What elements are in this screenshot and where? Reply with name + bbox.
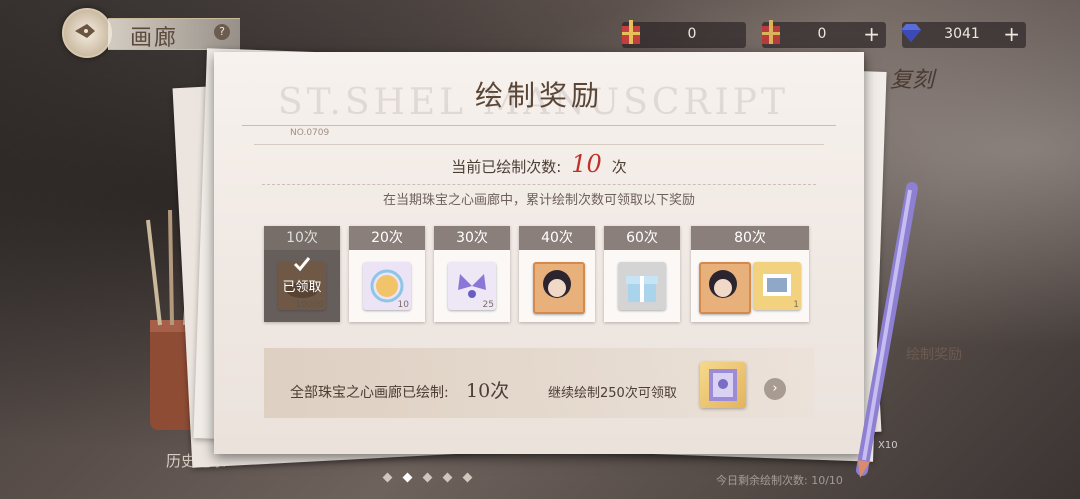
draw-count-unit: 次	[611, 158, 627, 176]
divider	[254, 144, 824, 145]
resource-gift-ticket-a: 0	[622, 20, 746, 48]
reward-card-20[interactable]: 20次 10	[349, 226, 425, 322]
butterfly-ornament-icon: 25	[448, 262, 496, 310]
item-count: 10	[397, 300, 409, 310]
reward-card-40[interactable]: 40次	[519, 226, 595, 322]
draw-count-line: 当前已绘制次数: 10 次	[214, 150, 864, 178]
photo-frame-icon: 1	[753, 262, 801, 310]
reward-tier-label: 80次	[691, 226, 809, 250]
draw-count-label: 当前已绘制次数:	[451, 158, 562, 176]
divider	[242, 125, 836, 126]
character-avatar-icon	[699, 262, 751, 314]
rerun-label: 复刻	[890, 68, 935, 93]
page-indicator	[380, 472, 490, 484]
reward-tier-label: 40次	[519, 226, 595, 250]
claimed-label: 已领取	[282, 280, 322, 295]
continue-draw-hint: 继续绘制250次可领取	[548, 386, 677, 401]
draw-count-value: 10	[571, 150, 602, 178]
total-draw-label: 全部珠宝之心画廊已绘制:	[290, 385, 449, 401]
item-count: 1	[793, 300, 799, 310]
dialog-title: 绘制奖励	[474, 79, 603, 112]
reward-card-10[interactable]: 10次 10000 已领取	[264, 226, 340, 322]
reward-tier-label: 20次	[349, 226, 425, 250]
next-arrow-button[interactable]: ›	[764, 378, 786, 400]
resource-value: 0	[817, 26, 827, 42]
daily-remaining: 今日剩余绘制次数: 10/10	[716, 474, 843, 487]
document-number: NO.0709	[290, 128, 330, 138]
reward-tier-label: 60次	[604, 226, 680, 250]
gallery-emblem-icon[interactable]	[62, 8, 112, 58]
help-icon[interactable]: ?	[214, 24, 230, 40]
quill-pen-decoration	[856, 182, 918, 478]
reward-tier-label: 30次	[434, 226, 510, 250]
page-dot[interactable]	[442, 472, 453, 483]
page-dot[interactable]	[422, 472, 433, 483]
character-avatar-icon	[533, 262, 585, 314]
total-draw-bar: 全部珠宝之心画廊已绘制: 10次 继续绘制250次可领取 ›	[264, 348, 814, 418]
reward-card-60[interactable]: 60次	[604, 226, 680, 322]
reward-card-80[interactable]: 80次 1	[691, 226, 809, 322]
item-count: 25	[482, 300, 494, 310]
frame-reward-icon[interactable]	[700, 362, 746, 408]
resource-value: 3041	[944, 26, 980, 42]
reward-description: 在当期珠宝之心画廊中，累计绘制次数可领取以下奖励	[382, 193, 695, 208]
gift-box-icon	[618, 262, 666, 310]
gift-ticket-icon	[762, 20, 780, 44]
divider	[262, 184, 816, 186]
page-dot[interactable]	[462, 472, 473, 483]
gallery-title: 画廊	[130, 26, 179, 51]
resource-value: 0	[687, 26, 697, 42]
add-ticket-button[interactable]: +	[863, 23, 880, 45]
page-dot[interactable]	[382, 472, 393, 483]
check-icon	[293, 257, 311, 272]
gift-ticket-icon	[622, 20, 640, 44]
resource-diamond: 3041 +	[901, 22, 1026, 48]
diamond-icon	[901, 24, 921, 42]
total-draw-value: 10次	[466, 380, 510, 402]
add-diamond-button[interactable]: +	[1003, 23, 1020, 45]
resource-gift-ticket-b: 0 +	[762, 20, 886, 48]
sun-charm-icon: 10	[363, 262, 411, 310]
page-dot-active[interactable]	[402, 472, 413, 483]
reward-card-30[interactable]: 30次 25	[434, 226, 510, 322]
top-bar: 画廊 ? 0 0 + 3041 +	[0, 0, 1080, 60]
draw-reward-dialog: ST.SHEL MANUSCRIPT 绘制奖励 NO.0709 当前已绘制次数:…	[214, 52, 864, 454]
reward-tier-label: 10次	[264, 226, 340, 250]
